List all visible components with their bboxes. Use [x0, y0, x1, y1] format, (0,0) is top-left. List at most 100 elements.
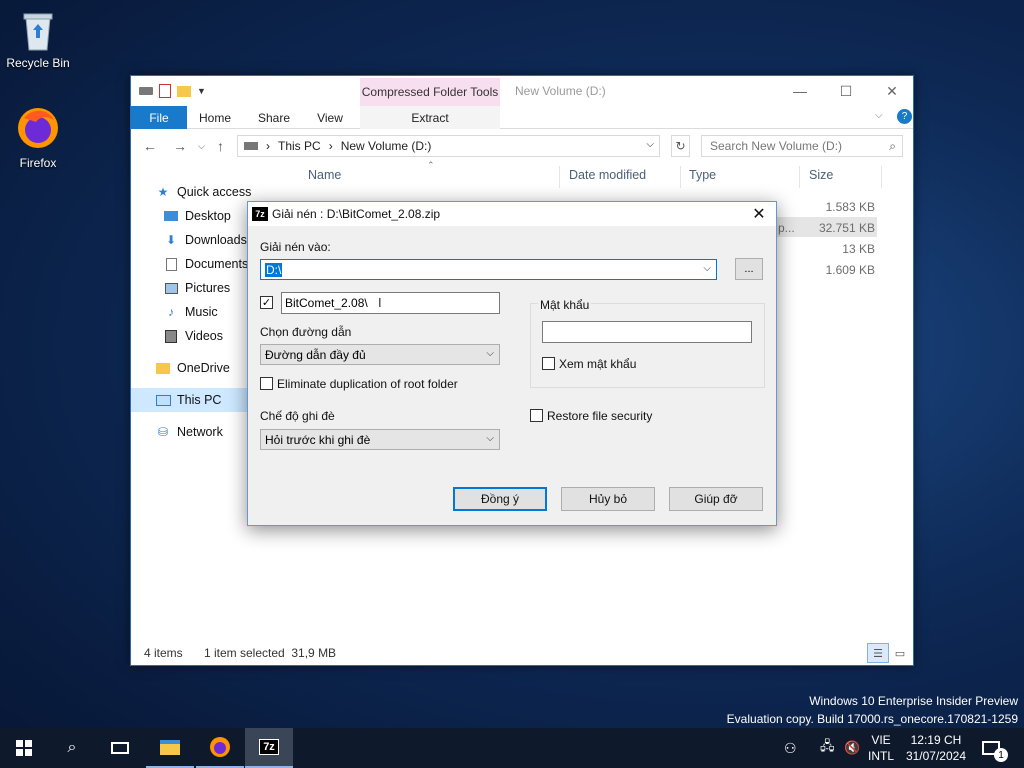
file-size: 13 KB: [842, 242, 875, 256]
minimize-button[interactable]: —: [777, 76, 823, 106]
path-mode-label: Chọn đường dẫn: [260, 325, 352, 339]
volume-muted-icon[interactable]: 🔇: [844, 728, 860, 768]
subfolder-checkbox[interactable]: ✓: [260, 296, 273, 309]
input-language[interactable]: VIE INTL: [868, 732, 894, 764]
text-cursor-icon: I: [378, 295, 382, 310]
tab-home[interactable]: Home: [189, 106, 241, 129]
path-mode-select[interactable]: Đường dẫn đầy đủ ⌵: [260, 344, 500, 365]
column-date-modified[interactable]: Date modified: [569, 168, 646, 182]
nav-item-label: Downloads: [185, 233, 247, 247]
chevron-down-icon[interactable]: ⌵: [703, 263, 711, 274]
subfolder-value: BitComet_2.08\: [285, 296, 368, 310]
refresh-icon[interactable]: ↻: [671, 135, 690, 157]
7zip-logo-icon: 7z: [259, 739, 279, 755]
extract-dialog: 7z Giải nén : D:\BitComet_2.08.zip ✕ Giả…: [247, 201, 777, 526]
recent-dropdown-icon[interactable]: ⌵: [198, 141, 205, 152]
back-arrow-icon[interactable]: ←: [143, 138, 157, 154]
password-input[interactable]: [542, 321, 752, 343]
dialog-close-button[interactable]: ✕: [742, 202, 776, 226]
nav-item-label: OneDrive: [177, 361, 230, 375]
extract-to-combobox[interactable]: D:\ ⌵: [260, 259, 717, 280]
search-icon: ⌕: [67, 739, 77, 756]
ok-button[interactable]: Đồng ý: [453, 487, 547, 511]
status-selection: 1 item selected 31,9 MB: [204, 646, 337, 660]
dialog-title: Giải nén : D:\BitComet_2.08.zip: [272, 207, 441, 221]
show-password-checkbox[interactable]: [542, 357, 555, 370]
column-separator: [799, 166, 800, 188]
drive-icon[interactable]: [139, 87, 153, 95]
eliminate-duplication-label: Eliminate duplication of root folder: [277, 377, 458, 391]
column-separator: [680, 166, 681, 188]
system-clock[interactable]: 12:19 CH 31/07/2024: [906, 732, 966, 764]
file-size: 1.609 KB: [825, 263, 875, 277]
search-button[interactable]: ⌕: [48, 728, 96, 768]
action-center-button[interactable]: 1: [982, 728, 1008, 768]
extract-to-label: Giải nén vào:: [260, 240, 331, 254]
nav-item-label: Quick access: [177, 185, 252, 199]
column-name[interactable]: Name: [308, 168, 341, 182]
network-status-icon[interactable]: 🖧: [820, 728, 835, 768]
close-button[interactable]: ✕: [869, 76, 915, 106]
desktop-icon-firefox[interactable]: Firefox: [0, 104, 76, 170]
window-title: New Volume (D:): [515, 84, 606, 98]
breadcrumb-this-pc[interactable]: This PC: [278, 139, 321, 153]
search-input[interactable]: Search New Volume (D:) ⌕: [701, 135, 903, 157]
desktop-icon-recycle-bin[interactable]: Recycle Bin: [0, 8, 76, 70]
address-row: ← → ⌵ ↑ › This PC › New Volume (D:) ⌵ ↻ …: [131, 134, 913, 160]
file-size: 32.751 KB: [818, 221, 875, 235]
restore-security-checkbox[interactable]: [530, 409, 543, 422]
column-size[interactable]: Size: [809, 168, 833, 182]
taskbar-7zip[interactable]: 7z: [245, 728, 293, 768]
details-view-icon[interactable]: ☰: [867, 643, 889, 663]
language-code: VIE: [871, 733, 891, 747]
quick-access-toolbar: ▼: [139, 84, 206, 98]
show-password-label: Xem mật khẩu: [559, 357, 637, 371]
column-type[interactable]: Type: [689, 168, 716, 182]
start-button[interactable]: [0, 728, 48, 768]
star-icon: ★: [157, 185, 169, 199]
overwrite-mode-select[interactable]: Hỏi trước khi ghi đè ⌵: [260, 429, 500, 450]
task-view-button[interactable]: [96, 728, 144, 768]
tab-share[interactable]: Share: [249, 106, 299, 129]
nav-item-label: Music: [185, 305, 218, 319]
windows-logo-icon: [16, 740, 32, 756]
nav-item-label: Network: [177, 425, 223, 439]
breadcrumb-new-volume[interactable]: New Volume (D:): [341, 139, 432, 153]
browse-button[interactable]: ...: [735, 258, 763, 280]
eliminate-duplication-checkbox[interactable]: [260, 377, 273, 390]
people-icon[interactable]: ⚇: [784, 728, 797, 768]
restore-security-label: Restore file security: [547, 409, 653, 423]
up-arrow-icon[interactable]: ↑: [217, 138, 224, 154]
chevron-down-icon: ⌵: [486, 348, 494, 359]
new-folder-icon[interactable]: [177, 85, 191, 97]
firefox-icon: [210, 737, 230, 757]
taskbar-file-explorer[interactable]: [146, 728, 194, 768]
notification-count: 1: [994, 748, 1008, 762]
address-dropdown-icon[interactable]: ⌵: [646, 139, 654, 150]
tab-file[interactable]: File: [131, 106, 187, 129]
overwrite-mode-value: Hỏi trước khi ghi đè: [265, 432, 371, 447]
nav-item-label: Desktop: [185, 209, 231, 223]
properties-icon[interactable]: [159, 84, 171, 98]
qat-dropdown-icon[interactable]: ▼: [197, 86, 206, 96]
help-icon[interactable]: ?: [897, 109, 912, 124]
forward-arrow-icon[interactable]: →: [173, 138, 187, 154]
recycle-bin-icon: [18, 8, 58, 52]
documents-icon: [163, 256, 179, 272]
maximize-button[interactable]: ☐: [823, 76, 869, 106]
subfolder-input[interactable]: BitComet_2.08\ I: [281, 292, 500, 314]
password-group: [530, 303, 765, 388]
column-separator: [881, 166, 882, 188]
tab-extract[interactable]: Extract: [360, 106, 500, 129]
tab-view[interactable]: View: [307, 106, 353, 129]
cancel-button[interactable]: Hủy bỏ: [561, 487, 655, 511]
large-icons-view-icon[interactable]: ▭: [889, 643, 911, 663]
ribbon-expand-icon[interactable]: ⌵: [875, 110, 883, 121]
firefox-icon: [14, 104, 62, 152]
computer-icon: [155, 392, 171, 408]
address-bar[interactable]: › This PC › New Volume (D:) ⌵: [237, 135, 660, 157]
taskbar: ⌕ 7z ⚇ 🖧 🔇 VIE INTL 12:19 CH 31/07/2024 …: [0, 728, 1024, 768]
help-button[interactable]: Giúp đỡ: [669, 487, 763, 511]
desktop-icon-label: Firefox: [19, 156, 57, 170]
taskbar-firefox[interactable]: [196, 728, 244, 768]
